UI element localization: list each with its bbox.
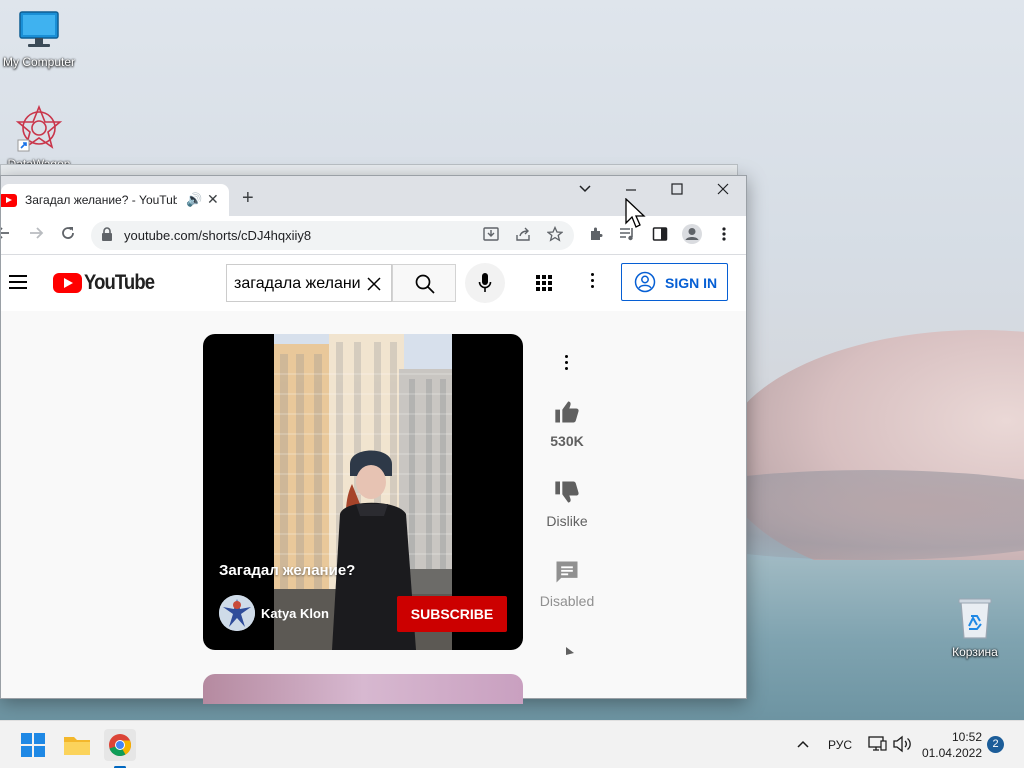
- desktop-icon-label: Корзина: [952, 645, 998, 659]
- apps-grid-icon[interactable]: [536, 275, 554, 293]
- tab-close-icon[interactable]: ✕: [207, 191, 219, 208]
- start-button[interactable]: [17, 729, 49, 761]
- tab-title: Загадал желание? - YouTube: [25, 193, 177, 207]
- share-icon[interactable]: [515, 226, 531, 246]
- youtube-logo-text: YouTube: [84, 271, 155, 294]
- desktop-icon-my-computer[interactable]: My Computer: [0, 10, 79, 69]
- chrome-icon: [109, 734, 131, 757]
- subscribe-button[interactable]: SUBSCRIBE: [397, 596, 507, 632]
- channel-name[interactable]: Katya Klon: [261, 606, 329, 621]
- video-title[interactable]: Загадал желание?: [219, 562, 355, 579]
- hamburger-menu-icon[interactable]: [9, 275, 27, 293]
- datawagon-icon: [0, 104, 79, 155]
- notification-count-badge[interactable]: 2: [987, 736, 1004, 753]
- dislike-button[interactable]: Dislike: [532, 478, 602, 529]
- comment-icon: [532, 558, 602, 589]
- lock-icon[interactable]: [101, 227, 113, 246]
- share-arrow-icon[interactable]: [566, 642, 578, 660]
- input-language-indicator[interactable]: РУС: [828, 738, 852, 752]
- url-text[interactable]: youtube.com/shorts/cDJ4hqxiiy8: [124, 228, 311, 243]
- profile-avatar-icon[interactable]: [681, 223, 703, 249]
- shorts-player[interactable]: Загадал желание? Katya Klon SUBSCRIBE: [203, 334, 523, 650]
- clock-date[interactable]: 01.04.2022: [918, 746, 982, 760]
- taskbar: РУС 10:52 01.04.2022: [0, 720, 1024, 768]
- extensions-puzzle-icon[interactable]: [588, 226, 604, 246]
- install-app-icon[interactable]: [483, 226, 499, 246]
- speaker-icon[interactable]: 🔊: [186, 192, 202, 208]
- windows-logo-icon: [21, 733, 45, 757]
- account-circle-icon: [634, 271, 656, 293]
- thumbs-down-icon: [532, 478, 602, 509]
- maximize-button[interactable]: [670, 182, 684, 200]
- forward-arrow-icon[interactable]: [28, 225, 44, 246]
- close-window-button[interactable]: [716, 182, 730, 200]
- youtube-header: YouTube загадала желани SIGN IN: [1, 255, 746, 311]
- new-tab-button[interactable]: +: [242, 188, 254, 208]
- like-button[interactable]: 530K: [532, 398, 602, 449]
- clear-search-icon[interactable]: [367, 271, 381, 297]
- search-icon: [415, 274, 435, 294]
- sign-in-button[interactable]: SIGN IN: [621, 263, 728, 301]
- search-box[interactable]: загадала желани: [226, 264, 392, 302]
- desktop-icon-recycle-bin[interactable]: Корзина: [935, 596, 1015, 659]
- chrome-taskbar-button[interactable]: [104, 729, 136, 768]
- short-more-menu-icon[interactable]: [565, 355, 568, 373]
- address-bar[interactable]: youtube.com/shorts/cDJ4hqxiiy8: [91, 221, 574, 250]
- folder-icon: [64, 737, 90, 755]
- show-hidden-icons-chevron[interactable]: [795, 736, 811, 755]
- thumbs-up-icon: [532, 398, 602, 429]
- volume-icon[interactable]: [892, 735, 912, 756]
- side-panel-icon[interactable]: [652, 226, 668, 246]
- comments-label: Disabled: [539, 593, 595, 609]
- network-icon[interactable]: [867, 735, 887, 756]
- chrome-menu-icon[interactable]: [722, 226, 726, 246]
- next-short-preview[interactable]: [203, 674, 523, 704]
- clock-time[interactable]: 10:52: [938, 730, 982, 744]
- browser-tab[interactable]: Загадал желание? - YouTube 🔊 ✕: [1, 184, 229, 216]
- mouse-cursor-icon: [625, 197, 647, 235]
- voice-search-button[interactable]: [465, 263, 505, 303]
- youtube-favicon-icon: [1, 194, 17, 207]
- file-explorer-button[interactable]: [61, 729, 93, 761]
- comments-button[interactable]: Disabled: [532, 558, 602, 609]
- reload-icon[interactable]: [60, 225, 76, 246]
- youtube-play-logo-icon: [53, 273, 82, 293]
- search-input[interactable]: загадала желани: [234, 275, 362, 293]
- youtube-logo[interactable]: YouTube: [53, 271, 164, 295]
- like-count: 530K: [550, 433, 584, 449]
- monitor-icon: [0, 10, 79, 53]
- search-button[interactable]: [392, 264, 456, 302]
- back-arrow-icon[interactable]: [1, 225, 11, 246]
- desktop-icon-datawagon[interactable]: DataWagon: [0, 104, 79, 171]
- desktop-icon-label: My Computer: [2, 55, 76, 69]
- subscribe-label: SUBSCRIBE: [410, 606, 494, 622]
- dislike-label: Dislike: [546, 513, 588, 529]
- recycle-bin-icon: [935, 596, 1015, 643]
- sign-in-label: SIGN IN: [665, 275, 718, 291]
- tab-search-chevron-icon[interactable]: [578, 181, 592, 199]
- bookmark-star-icon[interactable]: [546, 225, 564, 246]
- microphone-icon: [478, 273, 492, 292]
- channel-avatar[interactable]: [219, 595, 255, 631]
- settings-menu-icon[interactable]: [591, 273, 594, 291]
